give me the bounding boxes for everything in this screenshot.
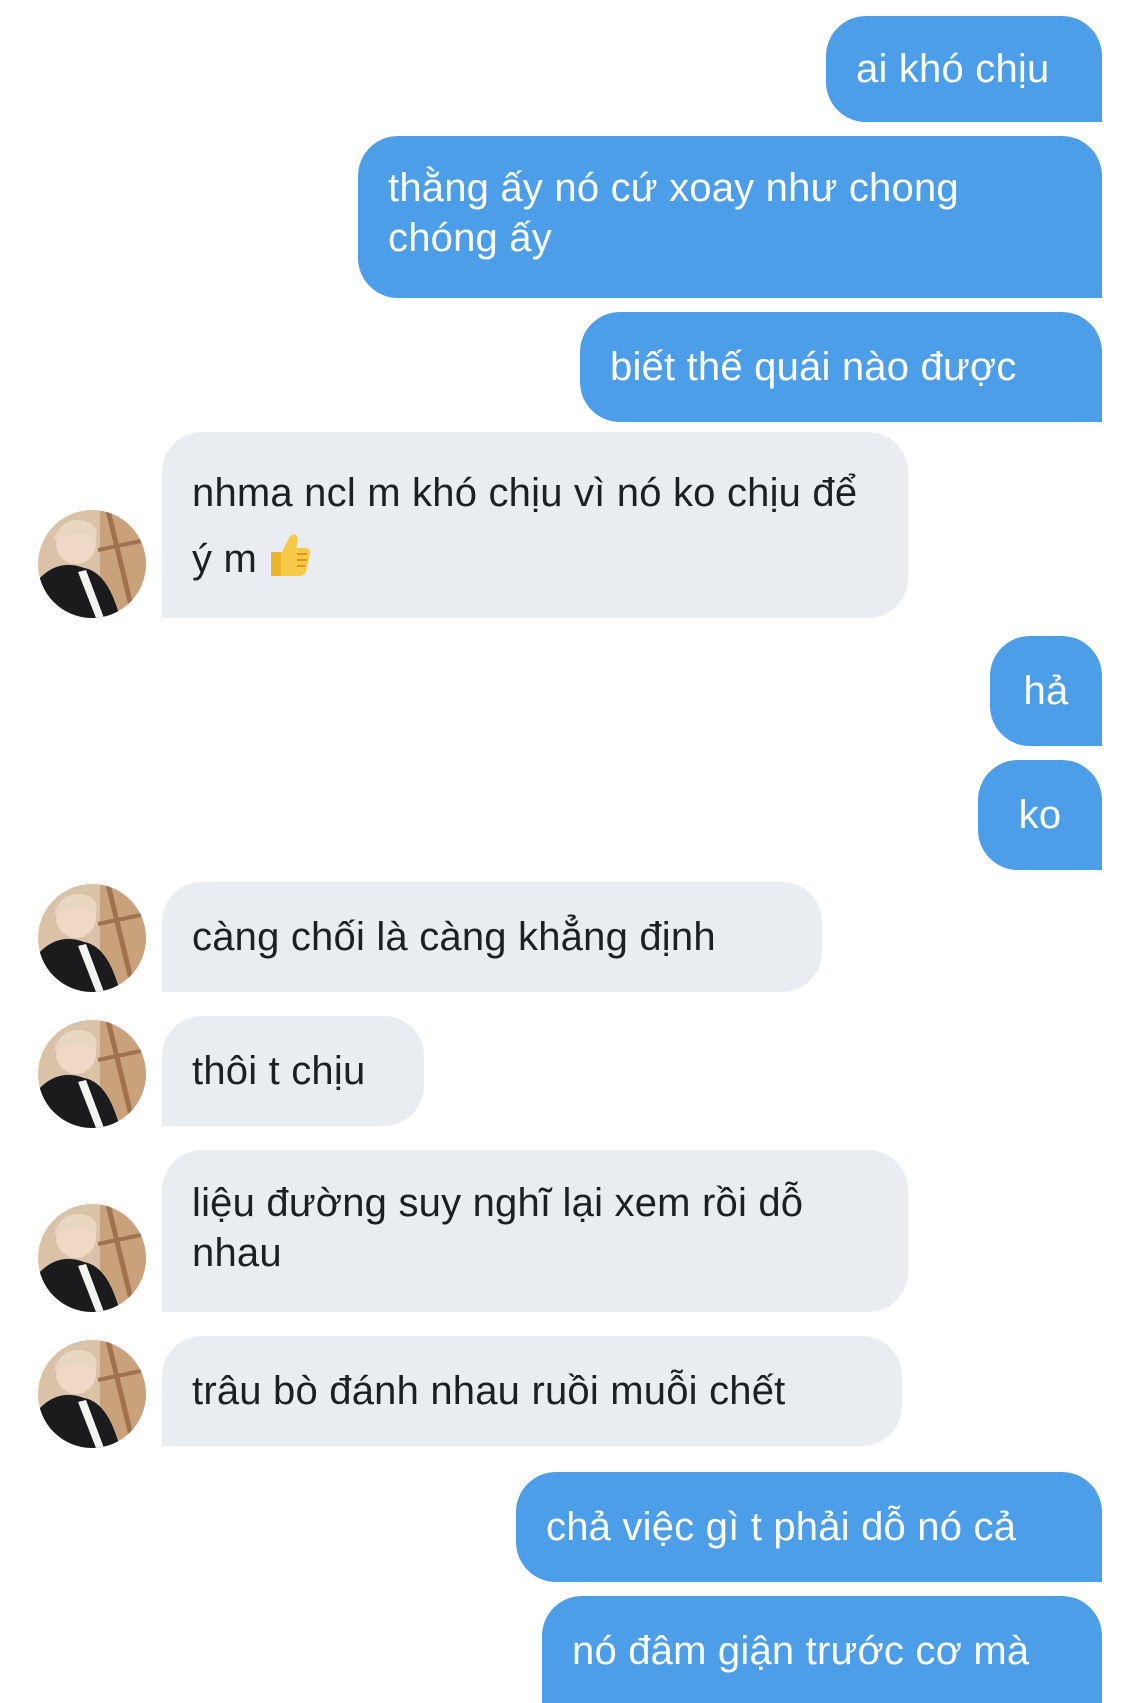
message-text: ai khó chịu (856, 47, 1050, 91)
contact-avatar[interactable] (38, 510, 146, 618)
thumbs-up-icon (267, 532, 311, 598)
message-text: nhma ncl m khó chịu vì nó ko chịu để ý m (192, 460, 878, 598)
message-text: thằng ấy nó cứ xoay như chong chóng ấy (388, 166, 971, 260)
sent-message[interactable]: ai khó chịu (826, 16, 1102, 122)
message-text: ko (1018, 793, 1062, 837)
sent-message[interactable]: chả việc gì t phải dỗ nó cả (516, 1472, 1102, 1582)
avatar-photo (38, 1340, 146, 1448)
received-message[interactable]: liệu đường suy nghĩ lại xem rồi dỗ nhau (162, 1150, 908, 1312)
sent-message[interactable]: hả (990, 636, 1102, 746)
sent-message[interactable]: ko (978, 760, 1102, 870)
message-text: càng chối là càng khẳng định (192, 915, 716, 959)
received-message[interactable]: thôi t chịu (162, 1016, 424, 1126)
avatar-photo (38, 884, 146, 992)
avatar-photo (38, 510, 146, 618)
message-thread[interactable]: ai khó chịu thằng ấy nó cứ xoay như chon… (0, 0, 1125, 1703)
contact-avatar[interactable] (38, 1020, 146, 1128)
sent-message[interactable]: biết thế quái nào được (580, 312, 1102, 422)
contact-avatar[interactable] (38, 884, 146, 992)
message-text: biết thế quái nào được (610, 345, 1017, 389)
sent-message[interactable]: thằng ấy nó cứ xoay như chong chóng ấy (358, 136, 1102, 298)
message-text: hả (1023, 669, 1069, 713)
message-text: thôi t chịu (192, 1049, 366, 1093)
received-message[interactable]: càng chối là càng khẳng định (162, 882, 822, 992)
message-text: trâu bò đánh nhau ruồi muỗi chết (192, 1369, 786, 1413)
received-message[interactable]: trâu bò đánh nhau ruồi muỗi chết (162, 1336, 902, 1446)
message-text: liệu đường suy nghĩ lại xem rồi dỗ nhau (192, 1181, 815, 1275)
contact-avatar[interactable] (38, 1340, 146, 1448)
contact-avatar[interactable] (38, 1204, 146, 1312)
avatar-photo (38, 1020, 146, 1128)
sent-message[interactable]: nó đâm giận trước cơ mà (542, 1596, 1102, 1703)
message-text: nó đâm giận trước cơ mà (572, 1629, 1030, 1673)
message-text: chả việc gì t phải dỗ nó cả (546, 1505, 1017, 1549)
received-message[interactable]: nhma ncl m khó chịu vì nó ko chịu để ý m (162, 432, 908, 618)
avatar-photo (38, 1204, 146, 1312)
